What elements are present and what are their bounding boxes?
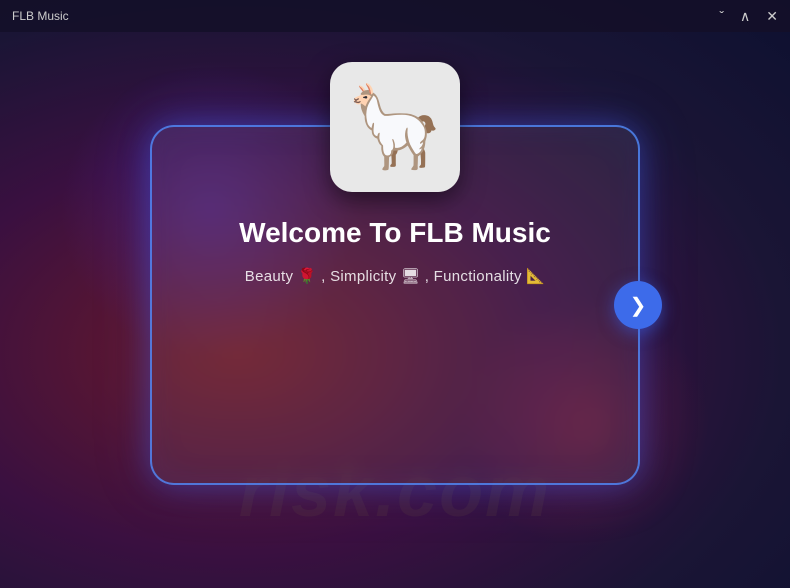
next-button[interactable]: ❯ — [614, 281, 662, 329]
app-icon: 🦙 — [330, 62, 460, 192]
main-content: 🦙 Welcome To FLB Music Beauty 🌹 , Simpli… — [0, 32, 790, 588]
title-bar-title: FLB Music — [12, 9, 719, 23]
welcome-card: 🦙 Welcome To FLB Music Beauty 🌹 , Simpli… — [150, 125, 640, 485]
title-bar: FLB Music ˇ ∧ ✕ — [0, 0, 790, 32]
title-bar-controls: ˇ ∧ ✕ — [719, 9, 778, 23]
close-button[interactable]: ✕ — [766, 9, 778, 23]
maximize-button[interactable]: ∧ — [740, 9, 750, 23]
llama-emoji: 🦙 — [345, 87, 445, 167]
welcome-title: Welcome To FLB Music — [239, 217, 551, 249]
minimize-button[interactable]: ˇ — [719, 9, 724, 23]
welcome-subtitle: Beauty 🌹 , Simplicity 🖥 , Functionality … — [245, 267, 545, 285]
